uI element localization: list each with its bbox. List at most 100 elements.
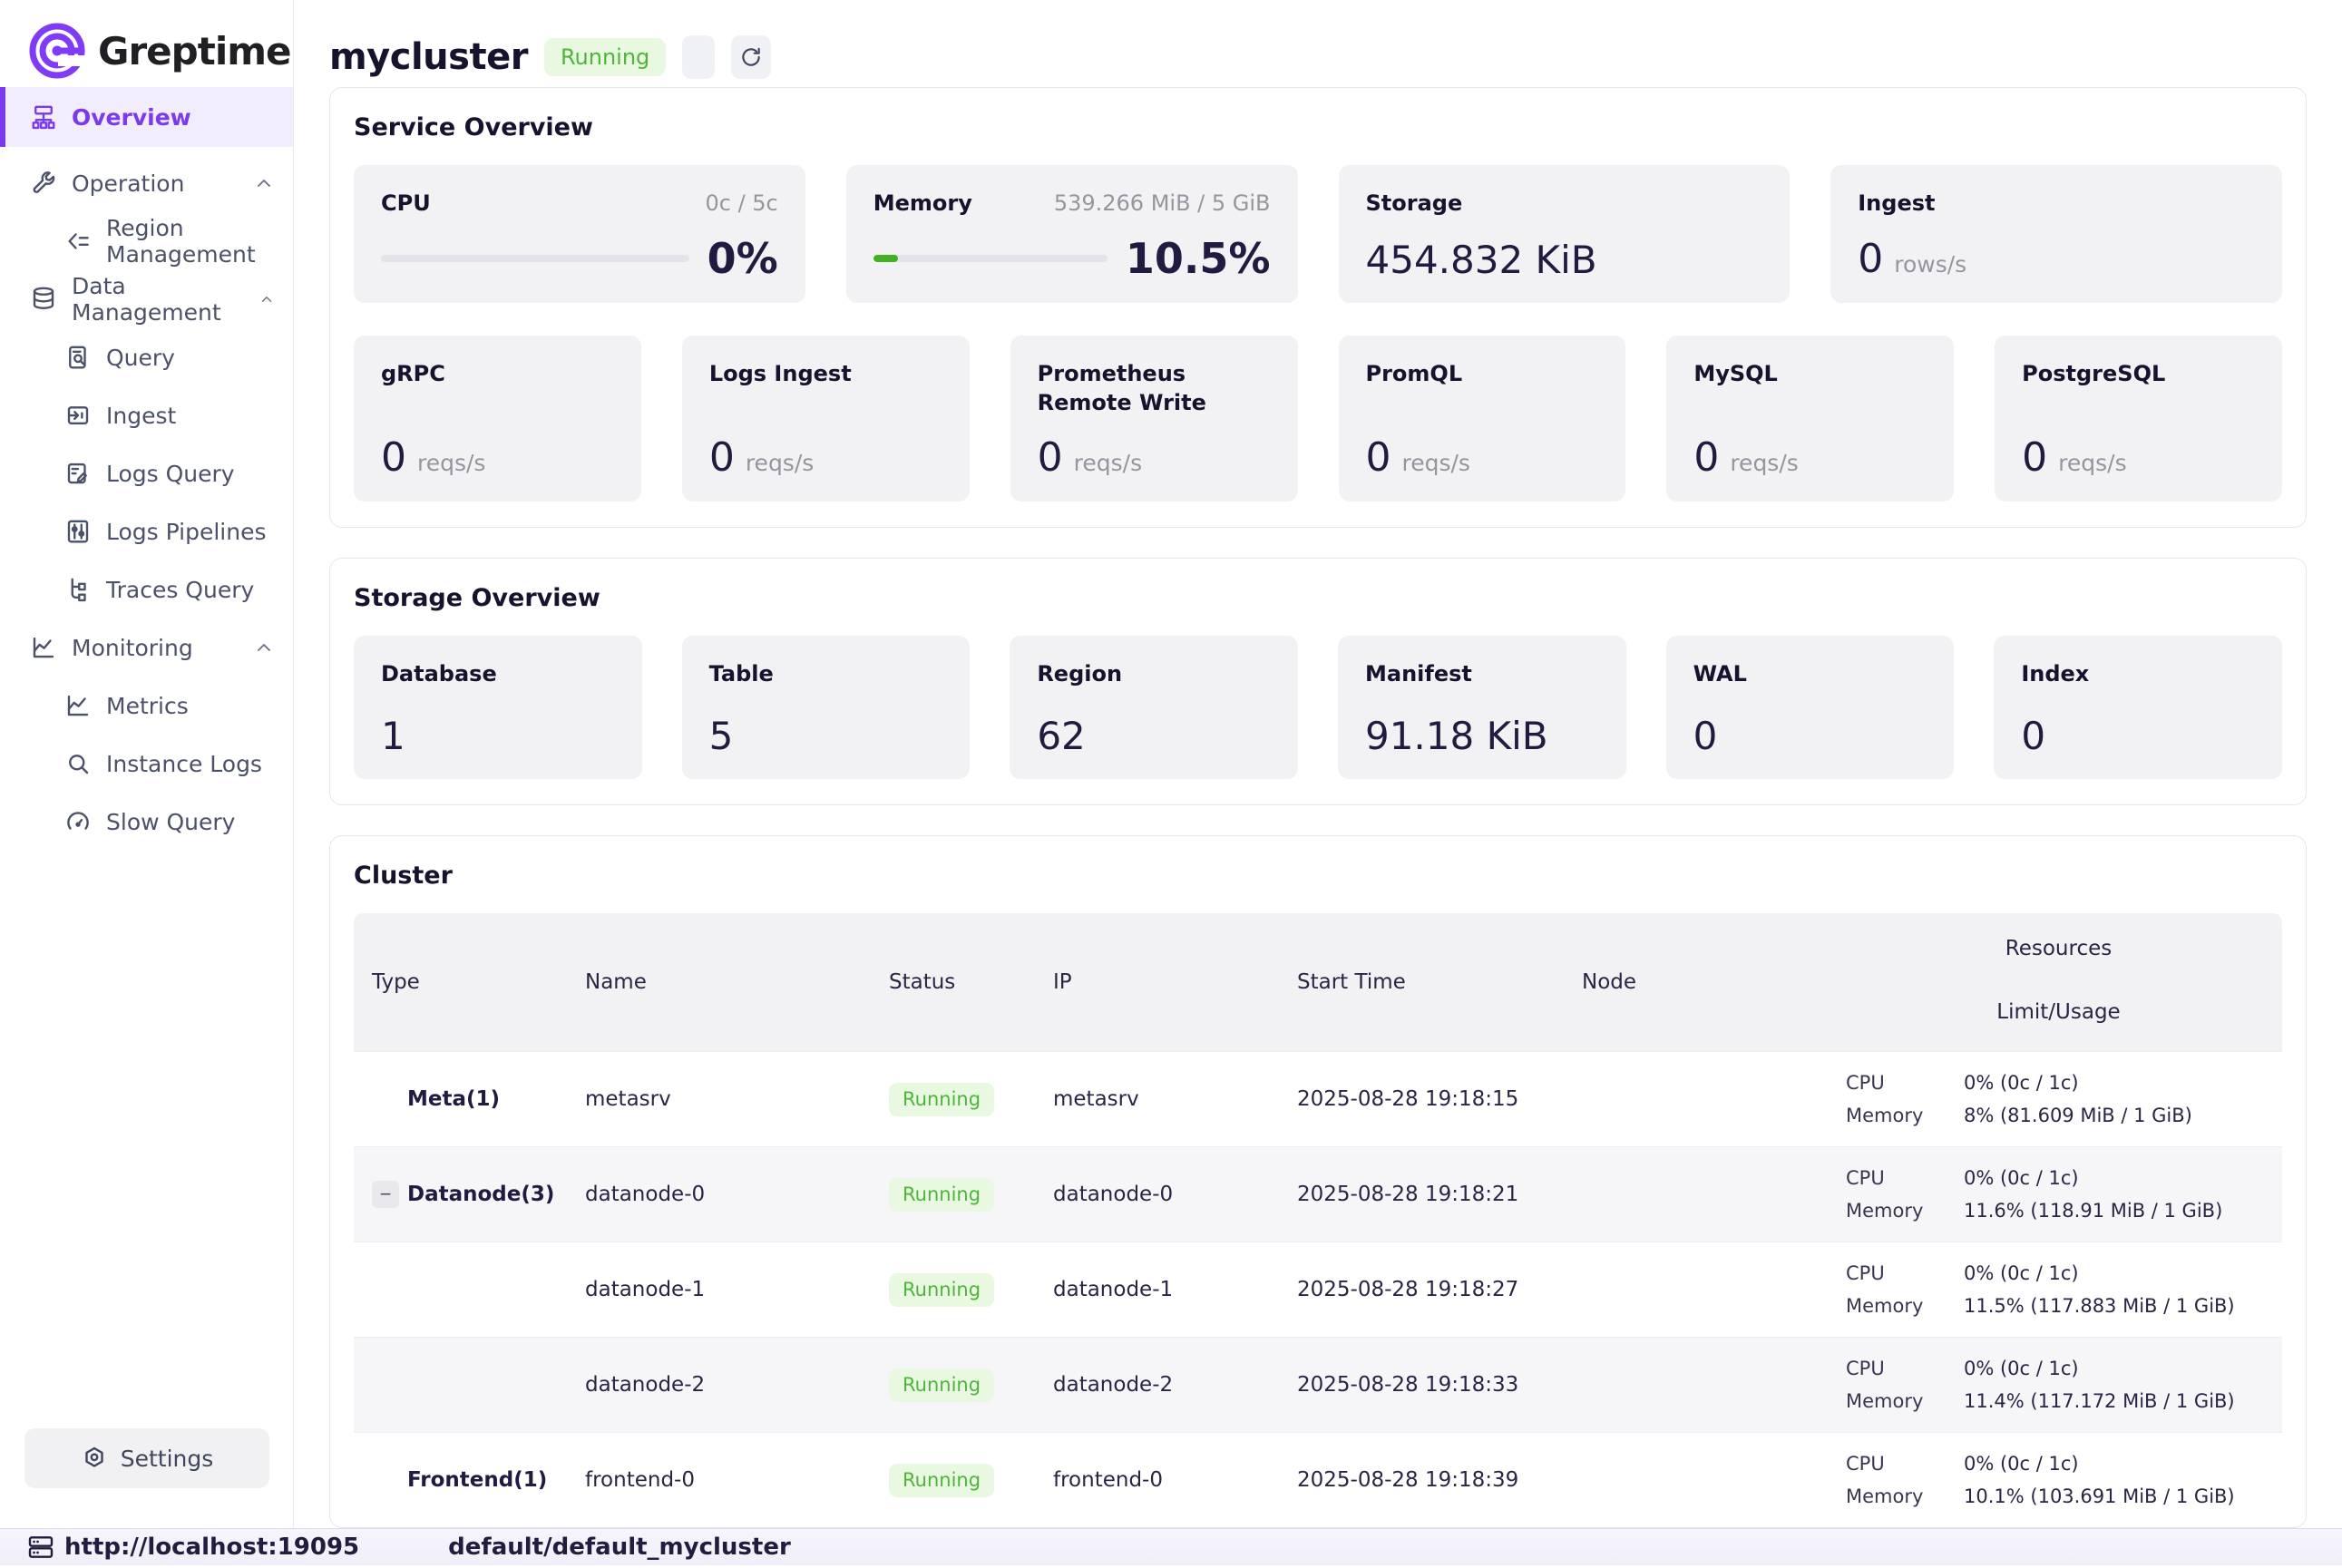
mysql-unit: reqs/s [1730,450,1798,476]
row-name: metasrv [567,1087,871,1111]
sidebar-group-data-management[interactable]: Data Management [0,270,293,328]
index-value: 0 [2021,717,2255,755]
memory-resource-value: 11.5% (117.883 MiB / 1 GiB) [1964,1294,2235,1318]
cluster-table-header: Type Name Status IP Start Time Node Reso… [354,913,2282,1051]
status-badge: Running [889,1273,994,1307]
region-card: Region 62 [1010,636,1298,779]
cpu-resource-label: CPU [1846,1357,1964,1380]
prometheus-remote-write-card: Prometheus Remote Write 0 reqs/s [1010,336,1298,502]
search-icon [64,750,92,777]
memory-progress-track [873,255,1108,262]
main-content: mycluster Running Service Overview CPU 0… [294,0,2342,1528]
row-name: datanode-2 [567,1373,871,1397]
refresh-icon [739,45,763,69]
postgresql-card: PostgreSQL 0 reqs/s [1995,336,2282,502]
sidebar-group-monitoring[interactable]: Monitoring [0,618,293,677]
grpc-label: gRPC [381,359,614,388]
logs-query-icon [64,460,92,487]
mysql-card: MySQL 0 reqs/s [1666,336,1954,502]
grpc-value: 0 [381,438,406,478]
page-header: mycluster Running [329,0,2307,87]
row-ip: datanode-0 [1035,1183,1279,1206]
postgresql-unit: reqs/s [2058,450,2126,476]
sidebar: Greptime Overview Operation [0,0,294,1528]
mysql-label: MySQL [1693,359,1927,388]
region-value: 62 [1037,717,1271,755]
cpu-resource-value: 0% (0c / 1c) [1964,1357,2079,1380]
database-icon [30,286,57,313]
service-overview-section: Service Overview CPU 0c / 5c 0% [329,87,2307,528]
cluster-status-badge: Running [544,38,666,76]
sidebar-item-label: Instance Logs [106,751,262,777]
row-resources: CPU0% (0c / 1c) Memory10.1% (103.691 MiB… [1835,1452,2282,1509]
memory-resource-value: 11.4% (117.172 MiB / 1 GiB) [1964,1389,2235,1413]
overview-cluster-icon [30,103,57,131]
cpu-resource-value: 0% (0c / 1c) [1964,1166,2079,1190]
chevron-up-icon [253,637,275,658]
chevron-up-icon [253,172,275,194]
region-management-icon [64,228,92,255]
sidebar-item-logs-pipelines[interactable]: Logs Pipelines [0,502,293,560]
table-row-metasrv: Meta(1) metasrv Running metasrv 2025-08-… [354,1051,2282,1146]
row-name: datanode-1 [567,1278,871,1301]
cpu-resource-label: CPU [1846,1452,1964,1475]
memory-resource-label: Memory [1846,1199,1964,1222]
cluster-table: Type Name Status IP Start Time Node Reso… [354,913,2282,1527]
sidebar-item-label: Logs Query [106,461,235,487]
section-title: Storage Overview [354,584,2282,612]
sidebar-item-query[interactable]: Query [0,328,293,386]
column-header-node: Node [1564,913,1835,1051]
promql-card: PromQL 0 reqs/s [1339,336,1626,502]
cluster-section: Cluster Type Name Status IP Start Time N… [329,835,2307,1528]
sidebar-item-label: Slow Query [106,809,235,835]
prometheus-remote-write-value: 0 [1038,438,1063,478]
status-badge: Running [889,1464,994,1497]
memory-percent: 10.5% [1126,238,1271,279]
query-document-icon [64,344,92,371]
column-header-start-time: Start Time [1279,913,1564,1051]
pause-refresh-button[interactable] [682,35,715,79]
ingest-icon [64,402,92,429]
memory-progress-fill [873,255,898,262]
sidebar-item-traces-query[interactable]: Traces Query [0,560,293,618]
sidebar-group-label: Operation [72,170,184,197]
sidebar-item-region-management[interactable]: Region Management [0,212,293,270]
statusbar-url[interactable]: http://localhost:19095 [64,1534,359,1561]
memory-resource-label: Memory [1846,1294,1964,1318]
traces-query-icon [64,576,92,603]
cpu-percent: 0% [707,238,778,279]
statusbar-database[interactable]: default/default_mycluster [448,1534,791,1561]
grpc-unit: reqs/s [417,450,485,476]
row-start-time: 2025-08-28 19:18:33 [1279,1373,1564,1397]
row-ip: datanode-1 [1035,1278,1279,1301]
logs-pipelines-icon [64,518,92,545]
table-row-datanode-1: datanode-1 Running datanode-1 2025-08-28… [354,1242,2282,1337]
section-title: Service Overview [354,113,2282,141]
row-type: Datanode(3) [407,1183,554,1206]
row-type: Frontend(1) [407,1468,547,1492]
settings-button[interactable]: Settings [24,1428,269,1488]
storage-label: Storage [1366,189,1463,218]
sidebar-item-logs-query[interactable]: Logs Query [0,444,293,502]
sidebar-item-label: Logs Pipelines [106,519,267,545]
table-value: 5 [709,717,943,755]
wrench-icon [30,170,57,197]
database-card: Database 1 [354,636,642,779]
column-header-name: Name [567,913,871,1051]
sidebar-item-metrics[interactable]: Metrics [0,677,293,735]
memory-resource-value: 11.6% (118.91 MiB / 1 GiB) [1964,1199,2222,1222]
row-name: frontend-0 [567,1468,871,1492]
sidebar-item-ingest[interactable]: Ingest [0,386,293,444]
cpu-resource-value: 0% (0c / 1c) [1964,1452,2079,1475]
row-name: datanode-0 [567,1183,871,1206]
sidebar-item-overview[interactable]: Overview [0,87,293,147]
sidebar-item-slow-query[interactable]: Slow Query [0,793,293,851]
sidebar-group-label: Data Management [72,273,229,326]
refresh-button[interactable] [731,35,771,79]
cpu-resource-label: CPU [1846,1071,1964,1095]
sidebar-group-operation[interactable]: Operation [0,154,293,212]
cpu-limit: 0c / 5c [705,190,777,216]
collapse-datanode-button[interactable]: − [372,1181,399,1208]
row-ip: metasrv [1035,1087,1279,1111]
sidebar-item-instance-logs[interactable]: Instance Logs [0,735,293,793]
